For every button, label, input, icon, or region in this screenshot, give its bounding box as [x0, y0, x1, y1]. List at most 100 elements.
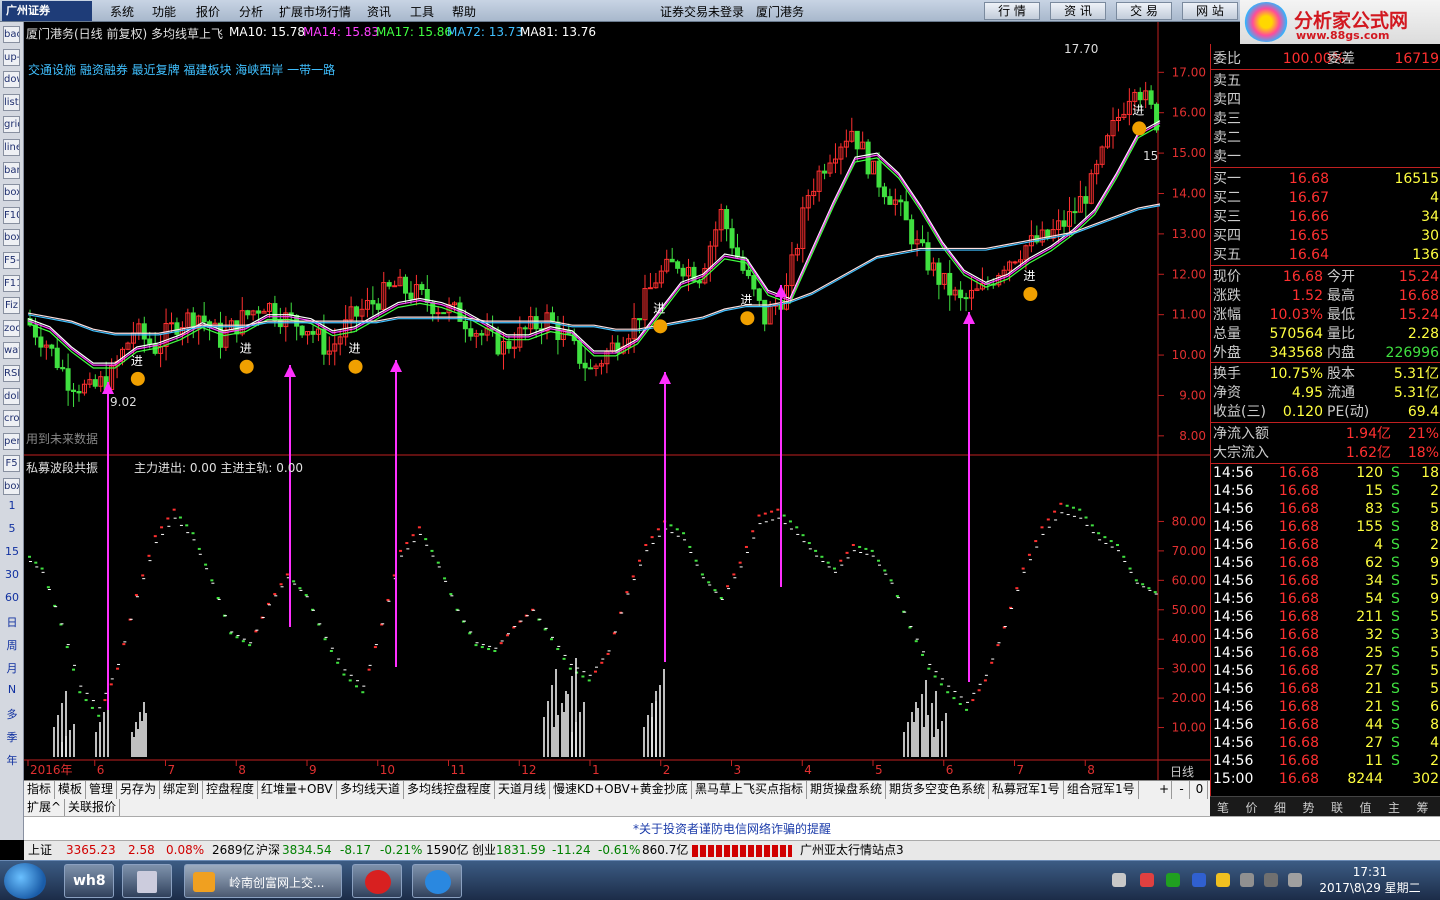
- toolbar-dollar-icon[interactable]: dollar-icon: [3, 387, 20, 405]
- bottom-tab-1[interactable]: 模板: [55, 781, 87, 799]
- toolbar-fiz-icon[interactable]: Fiz: [3, 297, 20, 315]
- quote-tab-7[interactable]: 筹: [1412, 799, 1434, 816]
- period-label[interactable]: 日线: [1170, 763, 1194, 780]
- website-button[interactable]: 网 站: [1182, 2, 1238, 20]
- bottom-tab-13[interactable]: 期货多空变色系统: [886, 781, 990, 799]
- taskbar-ie[interactable]: [412, 864, 462, 898]
- toolbar-list-icon[interactable]: list-icon: [3, 93, 20, 111]
- toolbar-pen-icon[interactable]: pen-icon: [3, 432, 20, 450]
- toolbar-f5-icon[interactable]: F5: [3, 455, 20, 473]
- toolbar-box3-icon[interactable]: box3-icon: [3, 478, 20, 495]
- candle-down: [174, 322, 180, 335]
- system-clock[interactable]: 17:31 2017\8\29 星期二: [1310, 864, 1430, 896]
- period-3-button[interactable]: 30: [0, 568, 24, 581]
- toolbar-rsi-icon[interactable]: RSI: [3, 365, 20, 382]
- toolbar-cross-icon[interactable]: cross-icon: [3, 410, 20, 428]
- menu-extended-market[interactable]: 扩展市场行情: [279, 3, 351, 20]
- toolbar-f10-icon[interactable]: F10: [3, 206, 20, 224]
- period-1-button[interactable]: 5: [0, 522, 24, 535]
- bottom-tab2-1[interactable]: 关联报价: [65, 799, 121, 817]
- bottom-tab-5[interactable]: 控盘程度: [203, 781, 259, 799]
- menu-analysis[interactable]: 分析: [239, 3, 263, 20]
- bottom-tab-4[interactable]: 绑定到: [160, 781, 204, 799]
- flag-tray-icon[interactable]: [1240, 873, 1254, 887]
- period-2-button[interactable]: 15: [0, 545, 24, 558]
- toolbar-wave-icon[interactable]: wave-icon: [3, 342, 20, 360]
- quote-tab-3[interactable]: 势: [1298, 799, 1320, 816]
- bottom-tab-0[interactable]: 指标: [24, 781, 56, 799]
- bottom-tab-15[interactable]: 组合冠军1号: [1064, 781, 1139, 799]
- quote-tab-1[interactable]: 价: [1241, 799, 1263, 816]
- toolbar-up-icon[interactable]: up-icon: [3, 48, 20, 66]
- bottom-tab-7[interactable]: 多均线天道: [337, 781, 405, 799]
- shield-tray-icon[interactable]: [1140, 873, 1154, 887]
- bottom-tab-9[interactable]: 天道月线: [495, 781, 551, 799]
- kline-chart[interactable]: 17.00 16.00 15.00 14.00 13.00 12.00 11.00 10.00…: [24, 22, 1210, 780]
- period-7-button[interactable]: 月: [0, 660, 24, 676]
- toolbar-F5-icon[interactable]: F5-icon: [3, 252, 20, 269]
- period-4-button[interactable]: 60: [0, 591, 24, 604]
- menu-news[interactable]: 资讯: [367, 3, 391, 20]
- toolbar-F11-icon[interactable]: F11-icon: [3, 274, 20, 292]
- period-6-button[interactable]: 周: [0, 637, 24, 653]
- start-button[interactable]: [4, 863, 46, 899]
- menu-quote[interactable]: 报价: [196, 3, 220, 20]
- bottom-tab-6[interactable]: 红堆量+OBV: [258, 781, 337, 799]
- fraud-notice[interactable]: *关于投资者谨防电信网络诈骗的提醒: [24, 816, 1440, 840]
- quote-tab-6[interactable]: 主: [1383, 799, 1405, 816]
- chart-canvas[interactable]: 17.00 16.00 15.00 14.00 13.00 12.00 11.00 10.00…: [24, 22, 1210, 780]
- bottom-tab-11[interactable]: 黑马草上飞买点指标: [692, 781, 808, 799]
- bottom-control-1[interactable]: -: [1174, 781, 1190, 799]
- trade-button[interactable]: 交 易: [1116, 2, 1172, 20]
- quote-tab-2[interactable]: 细: [1269, 799, 1291, 816]
- toolbar-back-icon[interactable]: back-icon: [3, 26, 20, 43]
- toolbar-grid-icon[interactable]: grid-icon: [3, 116, 20, 134]
- concept-tags[interactable]: 交通设施 融资融券 最近复牌 福建板块 海峡西岸 一带一路: [28, 61, 335, 78]
- quote-tab-5[interactable]: 值: [1355, 799, 1377, 816]
- display-tray-icon[interactable]: [1264, 873, 1278, 887]
- period-5-button[interactable]: 日: [0, 614, 24, 630]
- toolbar-box2-icon[interactable]: box2-icon: [3, 229, 20, 247]
- quote-button[interactable]: 行 情: [984, 2, 1040, 20]
- keyboard-tray-icon[interactable]: [1112, 873, 1126, 887]
- update-tray-icon[interactable]: [1216, 873, 1230, 887]
- bottom-tab-3[interactable]: 另存为: [117, 781, 161, 799]
- bottom-tab-14[interactable]: 私募冠军1号: [989, 781, 1064, 799]
- taskbar-calculator[interactable]: [122, 864, 172, 898]
- oscillator-signal: [903, 611, 907, 613]
- network-tray-icon[interactable]: [1192, 873, 1206, 887]
- volume-tray-icon[interactable]: [1288, 873, 1302, 887]
- taskbar-wh8[interactable]: wh8: [64, 864, 114, 898]
- period-0-button[interactable]: 1: [0, 499, 24, 512]
- menu-help[interactable]: 帮助: [452, 3, 476, 20]
- bottom-tab-8[interactable]: 多均线控盘程度: [404, 781, 496, 799]
- bottom-control-2[interactable]: 0: [1192, 781, 1208, 799]
- oscillator-step: [889, 579, 893, 582]
- bottom-control-0[interactable]: +: [1156, 781, 1172, 799]
- period-11-button[interactable]: 年: [0, 752, 24, 768]
- toolbar-line-chart-icon[interactable]: line-chart-icon: [3, 139, 20, 156]
- date-axis-label: 2016年: [30, 763, 73, 777]
- period-10-button[interactable]: 季: [0, 729, 24, 745]
- toolbar-box-icon[interactable]: box-icon: [3, 184, 20, 202]
- toolbar-zoom-icon[interactable]: zoom-icon: [3, 319, 20, 337]
- news-button[interactable]: 资 讯: [1050, 2, 1106, 20]
- menu-tools[interactable]: 工具: [410, 3, 434, 20]
- oscillator-signal: [469, 631, 473, 633]
- bottom-tab-12[interactable]: 期货操盘系统: [807, 781, 887, 799]
- menu-system[interactable]: 系统: [110, 3, 134, 20]
- taskbar-netease[interactable]: [352, 864, 402, 898]
- bottom-tab-2[interactable]: 管理: [86, 781, 118, 799]
- taskbar-trading-app[interactable]: 岭南创富网上交...: [184, 864, 342, 898]
- toolbar-down-icon[interactable]: down-icon: [3, 71, 20, 89]
- security-tray-icon[interactable]: [1166, 873, 1180, 887]
- bottom-tab2-0[interactable]: 扩展^: [24, 799, 66, 817]
- quote-tab-4[interactable]: 联: [1326, 799, 1348, 816]
- period-9-button[interactable]: 多: [0, 706, 24, 722]
- quote-tab-0[interactable]: 笔: [1212, 799, 1234, 816]
- period-8-button[interactable]: N: [0, 683, 24, 696]
- toolbar-bar-chart-icon[interactable]: bar-chart-icon: [3, 161, 20, 179]
- server-station[interactable]: 广州亚太行情站点3: [800, 841, 904, 860]
- menu-function[interactable]: 功能: [152, 3, 176, 20]
- bottom-tab-10[interactable]: 慢速KD+OBV+黄金抄底: [550, 781, 692, 799]
